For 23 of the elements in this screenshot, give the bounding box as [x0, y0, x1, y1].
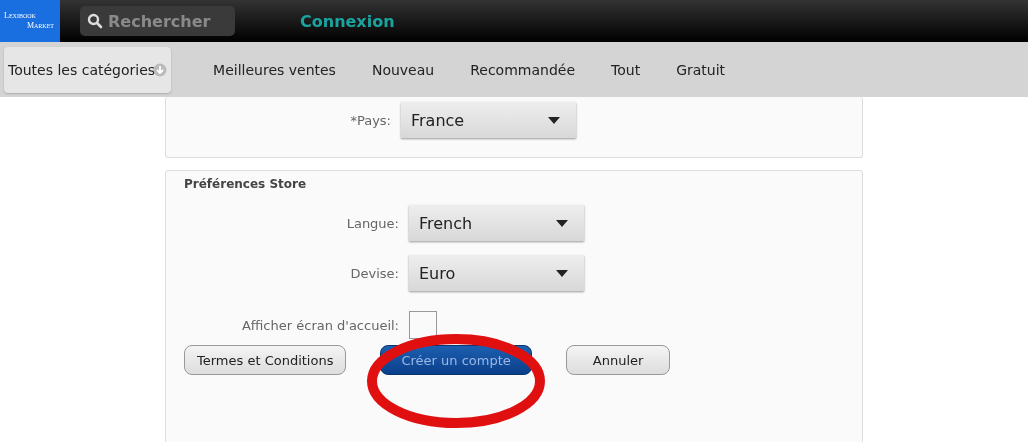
field-label: *Pays:: [349, 112, 391, 128]
checkbox-label: Afficher écran d'accueil:: [240, 317, 399, 333]
dropdown[interactable]: French: [409, 205, 584, 241]
country-dropdown[interactable]: France: [401, 102, 576, 138]
search-field[interactable]: Rechercher: [80, 6, 235, 36]
category-tab[interactable]: Recommandée: [470, 46, 575, 93]
category-tab[interactable]: Toutes les catégories: [4, 46, 172, 93]
form-button[interactable]: Termes et Conditions: [184, 345, 347, 375]
dropdown-caret-icon: [556, 219, 568, 227]
field-label: Langue:: [345, 215, 399, 231]
category-tab[interactable]: Nouveau: [371, 46, 435, 93]
dropdown-caret-icon: [548, 116, 560, 124]
category-tab[interactable]: Meilleures ventes: [213, 46, 336, 93]
checkbox[interactable]: [409, 311, 437, 339]
field-label: Devise:: [349, 265, 399, 281]
dropdown-caret-icon: [556, 269, 568, 277]
dropdown[interactable]: Euro: [409, 255, 584, 291]
section-title: Préférences Store: [184, 177, 308, 191]
form-button[interactable]: Annuler: [565, 345, 671, 375]
logo[interactable]: Lexibook Market: [0, 0, 60, 42]
login-link[interactable]: Connexion: [300, 11, 395, 31]
category-tab[interactable]: Tout: [611, 46, 641, 93]
category-tab[interactable]: Gratuit: [676, 46, 726, 93]
